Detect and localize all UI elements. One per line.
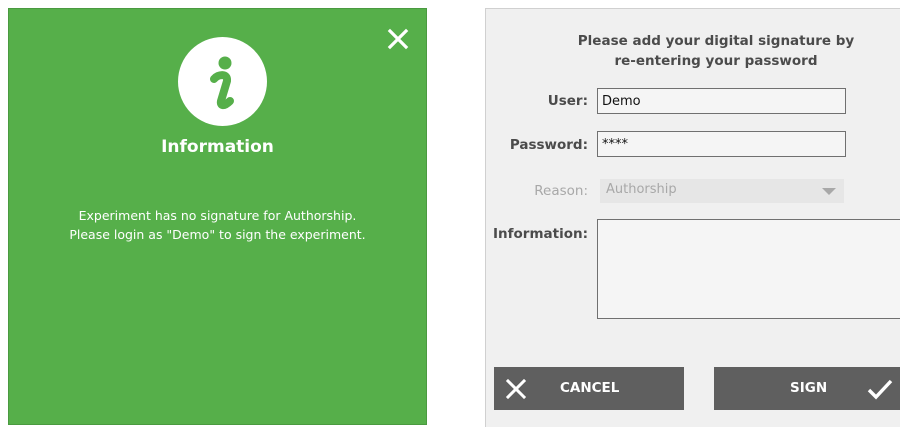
message-line-1: Experiment has no signature for Authorsh… xyxy=(78,208,357,223)
close-icon xyxy=(506,379,526,399)
checkmark-icon xyxy=(867,379,893,400)
information-title: Information xyxy=(161,137,274,157)
heading-line-1: Please add your digital signature by xyxy=(577,33,855,49)
information-label: Information: xyxy=(493,226,588,242)
message-line-2: Please login as "Demo" to sign the exper… xyxy=(69,227,366,242)
password-field[interactable] xyxy=(597,131,846,157)
sign-label: SIGN xyxy=(790,380,828,396)
reason-dropdown[interactable]: Authorship xyxy=(600,179,844,203)
information-field[interactable] xyxy=(597,219,900,319)
information-dialog: Information Experiment has no signature … xyxy=(8,8,427,425)
signature-heading: Please add your digital signature by re-… xyxy=(556,31,876,71)
info-icon xyxy=(178,37,267,126)
cancel-label: CANCEL xyxy=(560,380,620,396)
reason-label: Reason: xyxy=(534,183,588,199)
user-field[interactable] xyxy=(597,88,846,114)
information-message: Experiment has no signature for Authorsh… xyxy=(9,206,426,244)
close-icon[interactable] xyxy=(386,27,410,51)
password-label: Password: xyxy=(509,137,588,153)
heading-line-2: re-entering your password xyxy=(614,53,818,69)
chevron-down-icon xyxy=(822,188,836,195)
cancel-button[interactable]: CANCEL xyxy=(494,367,684,410)
sign-button[interactable]: SIGN xyxy=(714,367,900,410)
reason-value: Authorship xyxy=(606,182,677,197)
user-label: User: xyxy=(547,93,588,109)
signature-dialog: Please add your digital signature by re-… xyxy=(485,8,900,427)
